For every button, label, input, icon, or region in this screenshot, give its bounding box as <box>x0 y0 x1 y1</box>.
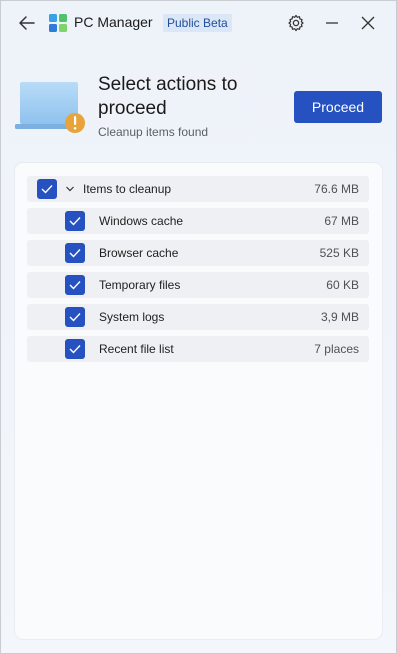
recent-file-list-checkbox[interactable] <box>65 339 85 359</box>
chevron-down-icon[interactable] <box>65 184 75 194</box>
list-item: Recent file list 7 places <box>27 336 369 362</box>
browser-cache-checkbox[interactable] <box>65 243 85 263</box>
windows-cache-checkbox[interactable] <box>65 211 85 231</box>
list-item: Browser cache 525 KB <box>27 240 369 266</box>
proceed-button[interactable]: Proceed <box>294 91 382 123</box>
list-item-label: System logs <box>99 310 165 324</box>
app-title: PC Manager <box>74 14 153 30</box>
checkmark-icon <box>41 185 53 194</box>
pc-manager-window: PC Manager Public Beta Select actions to… <box>0 0 397 654</box>
back-arrow-icon <box>19 16 35 30</box>
close-icon <box>361 16 375 30</box>
checkmark-icon <box>69 217 81 226</box>
system-logs-checkbox[interactable] <box>65 307 85 327</box>
checkmark-icon <box>69 249 81 258</box>
list-item-size: 60 KB <box>326 278 359 292</box>
list-item-label: Browser cache <box>99 246 179 260</box>
title-bar: PC Manager Public Beta <box>1 1 396 45</box>
list-item-label: Recent file list <box>99 342 174 356</box>
list-item-size: 3,9 MB <box>320 310 359 324</box>
list-item: Windows cache 67 MB <box>27 208 369 234</box>
page-subtitle: Cleanup items found <box>98 125 209 139</box>
back-button[interactable] <box>15 11 39 35</box>
close-button[interactable] <box>357 12 379 34</box>
list-item-size: 67 MB <box>324 214 359 228</box>
pc-manager-logo-icon <box>49 14 67 32</box>
cleanup-group-row: Items to cleanup 76.6 MB <box>27 176 369 202</box>
page-title: Select actions to proceed <box>98 74 238 119</box>
cleanup-group-size: 76.6 MB <box>314 182 359 196</box>
checkmark-icon <box>69 281 81 290</box>
minimize-button[interactable] <box>321 12 343 34</box>
list-item-size: 7 places <box>314 342 359 356</box>
cleanup-panel: Items to cleanup 76.6 MB Windows cache 6… <box>15 163 382 639</box>
cleanup-group-label: Items to cleanup <box>83 182 172 196</box>
list-item-size: 525 KB <box>319 246 359 260</box>
list-item: Temporary files 60 KB <box>27 272 369 298</box>
checkmark-icon <box>69 345 81 354</box>
minimize-icon <box>326 22 338 24</box>
settings-button[interactable] <box>285 12 307 34</box>
gear-icon <box>288 14 304 32</box>
list-item-label: Temporary files <box>99 278 181 292</box>
list-item-label: Windows cache <box>99 214 184 228</box>
list-item: System logs 3,9 MB <box>27 304 369 330</box>
laptop-warning-icon <box>15 82 85 133</box>
cleanup-group-checkbox[interactable] <box>37 179 57 199</box>
temporary-files-checkbox[interactable] <box>65 275 85 295</box>
public-beta-badge: Public Beta <box>163 14 232 32</box>
checkmark-icon <box>69 313 81 322</box>
